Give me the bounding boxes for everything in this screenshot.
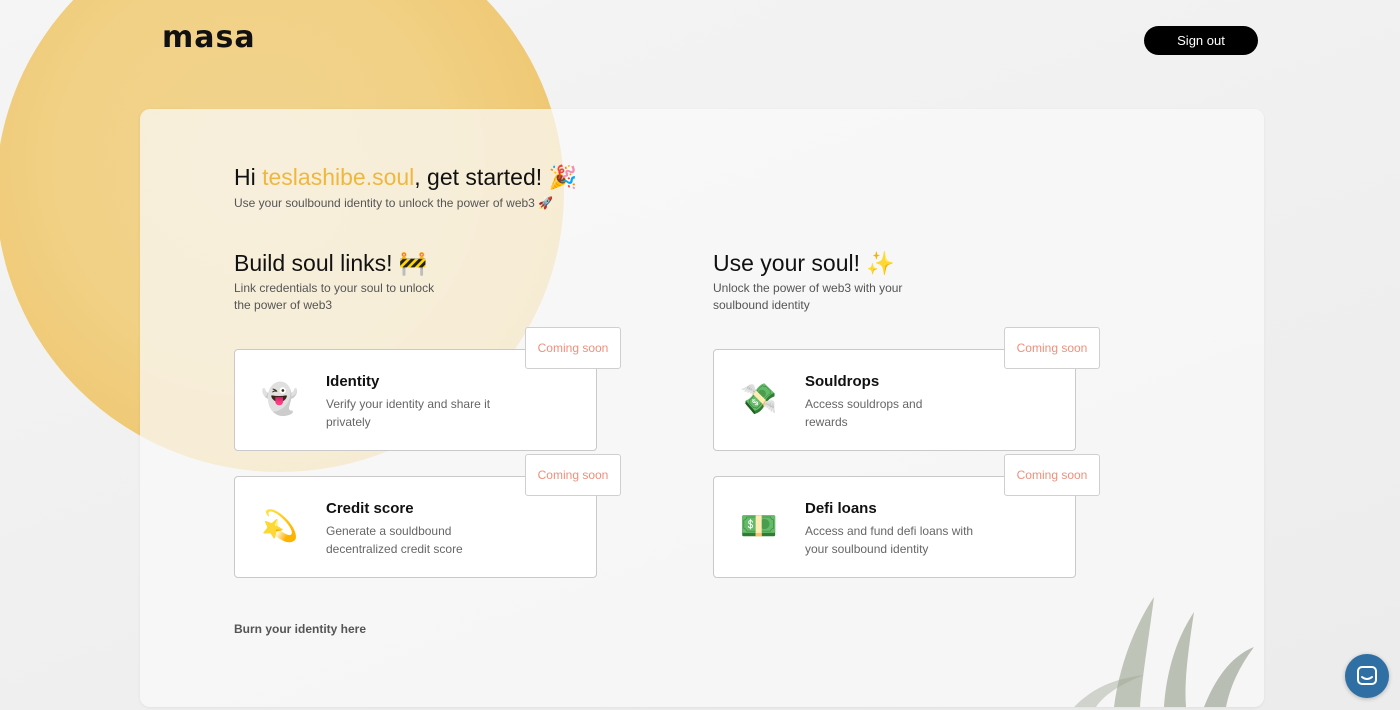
build-desc-line-1: Link credentials to your soul to unlock	[234, 281, 435, 295]
identity-coming-soon-badge: Coming soon	[525, 327, 621, 369]
use-desc-line-2: soulbound identity	[713, 298, 810, 312]
sign-out-button[interactable]: Sign out	[1144, 26, 1258, 55]
build-section-description: Link credentials to your soul to unlock …	[234, 280, 434, 314]
souldrops-card-description: Access souldrops and rewards	[805, 397, 923, 429]
chat-support-button[interactable]	[1345, 654, 1389, 698]
page: masa Sign out Hi teslashibe.soul, get st…	[0, 0, 1400, 710]
ghost-icon: 👻	[261, 382, 299, 417]
plant-decoration	[1074, 597, 1254, 707]
defi-loans-card-title: Defi loans	[805, 500, 877, 517]
use-section-title: Use your soul! ✨	[713, 250, 896, 276]
use-desc-line-1: Unlock the power of web3 with your	[713, 281, 903, 295]
defi-loans-card-description: Access and fund defi loans with your sou…	[805, 524, 974, 556]
greeting-username: teslashibe.soul	[262, 164, 415, 190]
dizzy-star-icon: 💫	[261, 509, 299, 544]
credit-score-card-title: Credit score	[326, 500, 414, 517]
souldrops-coming-soon-badge: Coming soon	[1004, 327, 1100, 369]
build-desc-line-2: the power of web3	[234, 298, 333, 312]
burn-identity-link[interactable]: Burn your identity here	[234, 622, 366, 636]
greeting-prefix: Hi	[234, 164, 263, 190]
identity-card-title: Identity	[326, 373, 380, 390]
defi-loans-coming-soon-badge: Coming soon	[1004, 454, 1100, 496]
credit-score-card-description: Generate a souldbound decentralized cred…	[326, 524, 463, 556]
credit-score-coming-soon-badge: Coming soon	[525, 454, 621, 496]
money-with-wings-icon: 💸	[740, 382, 778, 417]
chat-bubble-icon	[1357, 666, 1377, 685]
greeting-suffix: , get started! 🎉	[414, 164, 578, 190]
greeting-subtitle: Use your soulbound identity to unlock th…	[234, 196, 554, 210]
masa-logo[interactable]: masa	[162, 20, 256, 55]
souldrops-card-title: Souldrops	[805, 373, 880, 390]
dollar-banknote-icon: 💵	[740, 509, 778, 544]
use-section-description: Unlock the power of web3 with your soulb…	[713, 280, 902, 314]
build-section-title: Build soul links! 🚧	[234, 250, 428, 276]
identity-card-description: Verify your identity and share it privat…	[326, 397, 491, 429]
greeting-heading: Hi teslashibe.soul, get started! 🎉	[234, 164, 577, 191]
